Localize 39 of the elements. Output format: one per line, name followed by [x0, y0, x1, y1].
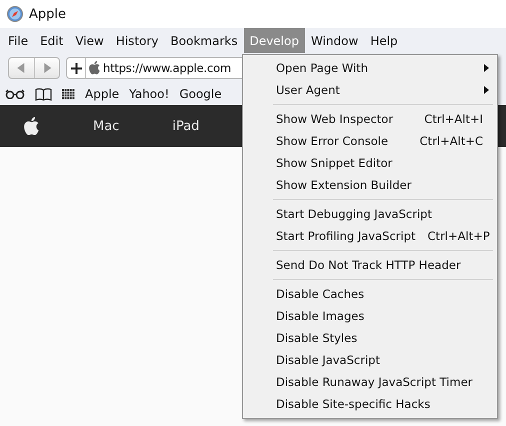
address-field[interactable]: https://www.apple.com — [66, 57, 242, 79]
menu-entry[interactable]: Start Profiling JavaScript Ctrl+Alt+P — [243, 225, 497, 247]
submenu-arrow-icon — [484, 64, 489, 72]
menu-entry[interactable]: Open Page With — [243, 57, 497, 79]
book-icon[interactable] — [35, 88, 52, 100]
menu-item[interactable]: Window — [304, 28, 364, 53]
bookmark-link[interactable]: Yahoo! — [129, 87, 170, 101]
back-forward-buttons[interactable] — [8, 57, 60, 79]
menu-item[interactable]: Bookmarks — [164, 28, 244, 53]
menu-entry[interactable]: Disable Images — [243, 305, 497, 327]
apple-logo-icon — [24, 117, 39, 135]
compass-icon — [7, 6, 23, 22]
menu-entry[interactable]: Disable JavaScript — [243, 349, 497, 371]
menu-item[interactable]: History — [110, 28, 165, 53]
bookmark-link[interactable]: Google — [179, 87, 222, 101]
menu-entry[interactable]: User Agent — [243, 79, 497, 101]
menu-item[interactable]: View — [69, 28, 110, 53]
nav-link[interactable]: Mac — [93, 118, 120, 134]
menu-item[interactable]: Help — [364, 28, 404, 53]
menu-entry[interactable]: Disable Runaway JavaScript Timer — [243, 371, 497, 393]
menu-entry[interactable]: Start Debugging JavaScript — [243, 203, 497, 225]
menu-entry[interactable]: Show Snippet Editor — [243, 152, 497, 174]
menu-entry[interactable]: Show Error Console Ctrl+Alt+C — [243, 130, 497, 152]
nav-link[interactable]: iPad — [172, 118, 200, 134]
menu-entry[interactable]: Send Do Not Track HTTP Header — [243, 254, 497, 276]
menu-item[interactable]: File — [2, 28, 34, 53]
apple-logo-icon — [89, 61, 100, 75]
window-title: Apple — [29, 6, 66, 22]
bookmark-link[interactable]: Apple — [85, 87, 120, 101]
submenu-arrow-icon — [484, 86, 489, 94]
menu-entry[interactable]: Show Web Inspector Ctrl+Alt+I — [243, 108, 497, 130]
menu-entry[interactable]: Show Extension Builder — [243, 174, 497, 196]
grid-icon[interactable] — [62, 88, 75, 100]
menu-entry[interactable]: Disable Site-specific Hacks — [243, 393, 497, 415]
menu-entry[interactable]: Disable Caches — [243, 283, 497, 305]
plus-icon[interactable] — [71, 62, 82, 74]
menu-entry[interactable]: Disable Styles — [243, 327, 497, 349]
menu-item[interactable]: Edit — [34, 28, 70, 53]
glasses-icon[interactable] — [5, 89, 25, 99]
